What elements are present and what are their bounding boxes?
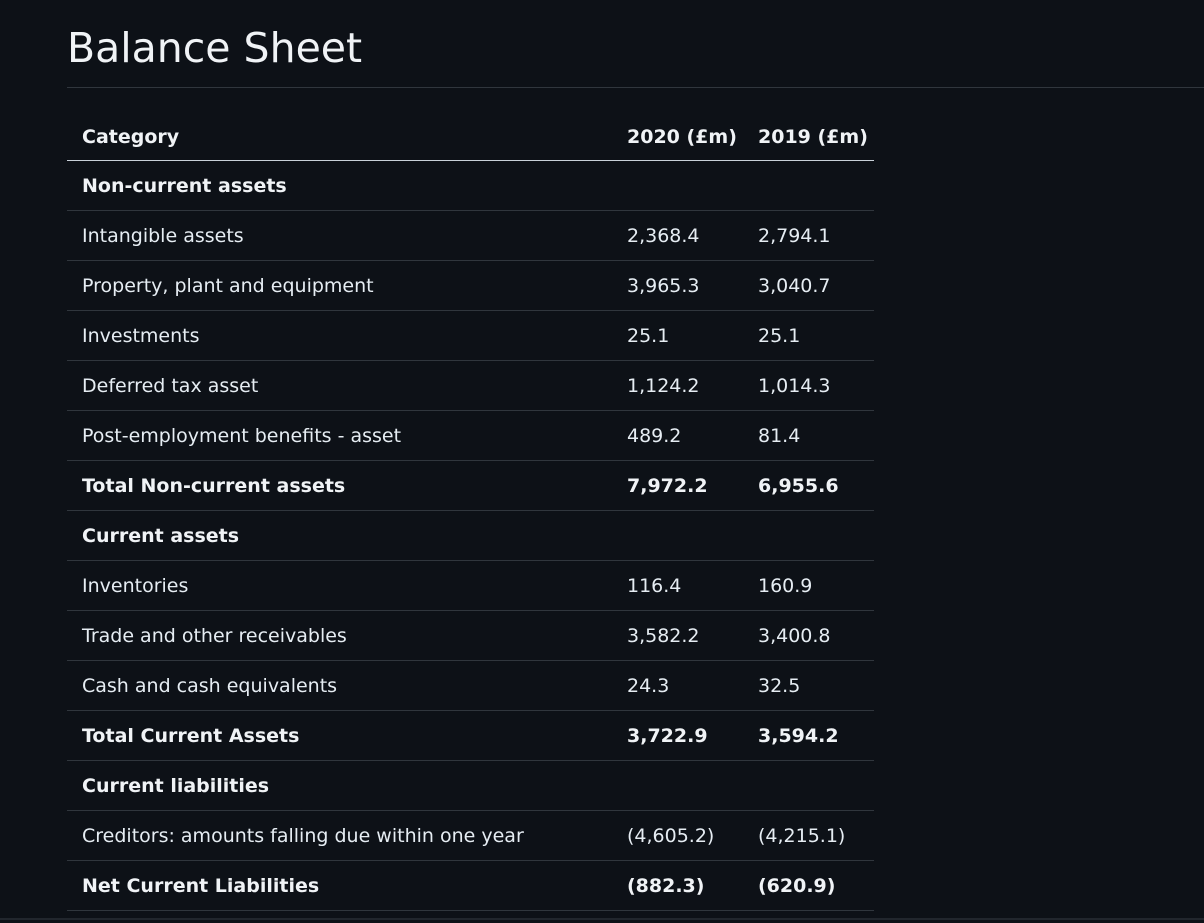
row-value-2019 <box>743 760 874 811</box>
row-value-2020 <box>612 510 743 561</box>
table-row: Post-employment benefits - asset 489.2 8… <box>67 410 874 461</box>
row-label: Inventories <box>67 560 612 611</box>
row-value-2020: 3,582.2 <box>612 610 743 661</box>
row-label: Net Current Liabilities <box>67 860 612 911</box>
row-value-2020: (4,605.2) <box>612 810 743 861</box>
header-category: Category <box>67 113 612 161</box>
table-row: Inventories 116.4 160.9 <box>67 560 874 611</box>
row-label: Cash and cash equivalents <box>67 660 612 711</box>
row-value-2019: 25.1 <box>743 310 874 361</box>
row-label: Intangible assets <box>67 210 612 261</box>
row-label: Total Non-current assets <box>67 460 612 511</box>
total-row: Total Current Assets 3,722.9 3,594.2 <box>67 710 874 761</box>
section-row: Current liabilities <box>67 760 874 811</box>
row-value-2019: 160.9 <box>743 560 874 611</box>
row-value-2020: 2,368.4 <box>612 210 743 261</box>
row-value-2020: 489.2 <box>612 410 743 461</box>
title-divider <box>67 87 1204 88</box>
row-label: Total Current Assets <box>67 710 612 761</box>
row-value-2019: 3,594.2 <box>743 710 874 761</box>
row-value-2019: 81.4 <box>743 410 874 461</box>
row-label: Current assets <box>67 510 612 561</box>
table-header: Category 2020 (£m) 2019 (£m) <box>67 113 874 161</box>
bottom-divider <box>0 918 1204 920</box>
row-value-2020: 25.1 <box>612 310 743 361</box>
row-value-2019 <box>743 510 874 561</box>
header-2020: 2020 (£m) <box>612 113 743 161</box>
header-2019: 2019 (£m) <box>743 113 874 161</box>
row-value-2020 <box>612 760 743 811</box>
table-row: Intangible assets 2,368.4 2,794.1 <box>67 210 874 261</box>
table-body: Non-current assets Intangible assets 2,3… <box>67 160 874 911</box>
row-value-2020: 24.3 <box>612 660 743 711</box>
table-row: Trade and other receivables 3,582.2 3,40… <box>67 610 874 661</box>
row-label: Creditors: amounts falling due within on… <box>67 810 612 861</box>
row-label: Deferred tax asset <box>67 360 612 411</box>
section-row: Current assets <box>67 510 874 561</box>
row-value-2019: 32.5 <box>743 660 874 711</box>
total-row: Net Current Liabilities (882.3) (620.9) <box>67 860 874 911</box>
row-value-2019: 1,014.3 <box>743 360 874 411</box>
row-value-2019 <box>743 160 874 211</box>
section-row: Non-current assets <box>67 160 874 211</box>
row-label: Investments <box>67 310 612 361</box>
table-row: Deferred tax asset 1,124.2 1,014.3 <box>67 360 874 411</box>
row-label: Trade and other receivables <box>67 610 612 661</box>
row-value-2019: 3,400.8 <box>743 610 874 661</box>
table-row: Cash and cash equivalents 24.3 32.5 <box>67 660 874 711</box>
table-row: Investments 25.1 25.1 <box>67 310 874 361</box>
row-value-2020 <box>612 160 743 211</box>
row-value-2019: (4,215.1) <box>743 810 874 861</box>
row-label: Non-current assets <box>67 160 612 211</box>
row-label: Property, plant and equipment <box>67 260 612 311</box>
table-row: Property, plant and equipment 3,965.3 3,… <box>67 260 874 311</box>
row-label: Current liabilities <box>67 760 612 811</box>
total-row: Total Non-current assets 7,972.2 6,955.6 <box>67 460 874 511</box>
row-value-2020: 1,124.2 <box>612 360 743 411</box>
header-row: Category 2020 (£m) 2019 (£m) <box>67 113 874 161</box>
row-value-2019: 6,955.6 <box>743 460 874 511</box>
row-value-2019: 2,794.1 <box>743 210 874 261</box>
row-value-2020: 7,972.2 <box>612 460 743 511</box>
row-value-2020: 116.4 <box>612 560 743 611</box>
row-value-2020: 3,722.9 <box>612 710 743 761</box>
row-value-2019: (620.9) <box>743 860 874 911</box>
balance-sheet-table: Category 2020 (£m) 2019 (£m) Non-current… <box>67 113 874 911</box>
row-label: Post-employment benefits - asset <box>67 410 612 461</box>
row-value-2019: 3,040.7 <box>743 260 874 311</box>
page-title: Balance Sheet <box>67 24 363 72</box>
row-value-2020: 3,965.3 <box>612 260 743 311</box>
row-value-2020: (882.3) <box>612 860 743 911</box>
table-row: Creditors: amounts falling due within on… <box>67 810 874 861</box>
